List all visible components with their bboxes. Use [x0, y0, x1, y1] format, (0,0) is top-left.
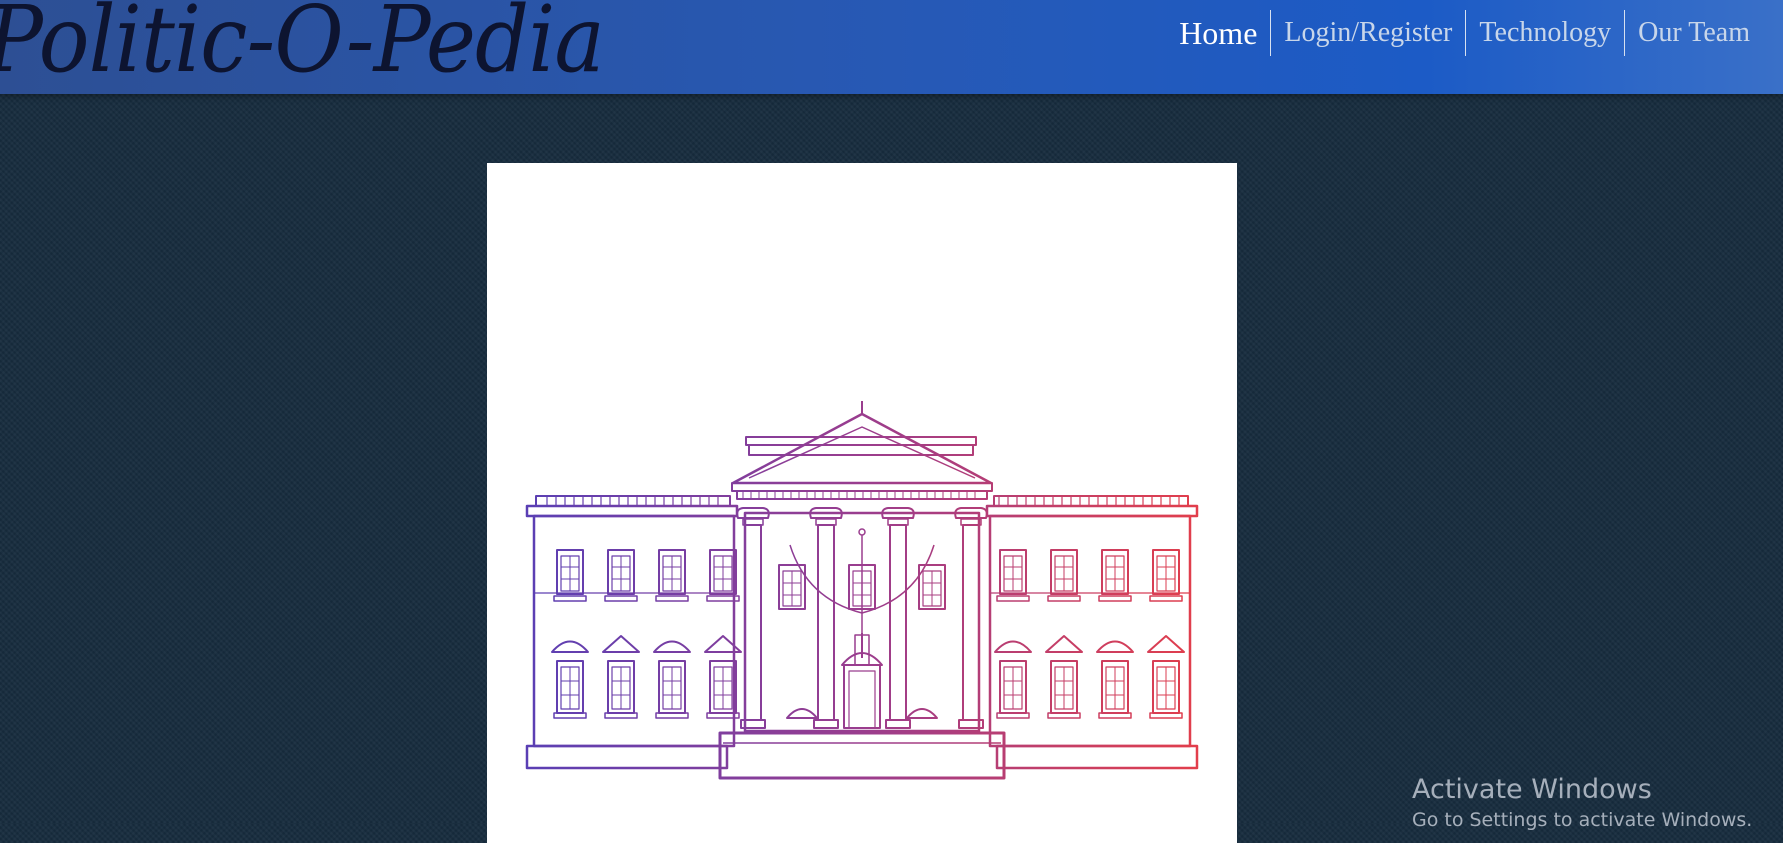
hero-image-panel — [487, 163, 1237, 843]
activate-windows-watermark: Activate Windows Go to Settings to activ… — [1412, 774, 1752, 831]
watermark-title: Activate Windows — [1412, 774, 1652, 805]
main-nav: Home Login/Register Technology Our Team — [1166, 10, 1763, 56]
nav-home[interactable]: Home — [1166, 10, 1270, 56]
navbar: Politic-O-Pedia Home Login/Register Tech… — [0, 0, 1783, 94]
nav-login-register[interactable]: Login/Register — [1271, 10, 1465, 56]
white-house-illustration — [525, 401, 1199, 780]
nav-our-team[interactable]: Our Team — [1625, 10, 1763, 56]
site-logo[interactable]: Politic-O-Pedia — [0, 0, 605, 93]
nav-technology[interactable]: Technology — [1466, 10, 1624, 56]
watermark-subtitle: Go to Settings to activate Windows. — [1412, 809, 1753, 831]
